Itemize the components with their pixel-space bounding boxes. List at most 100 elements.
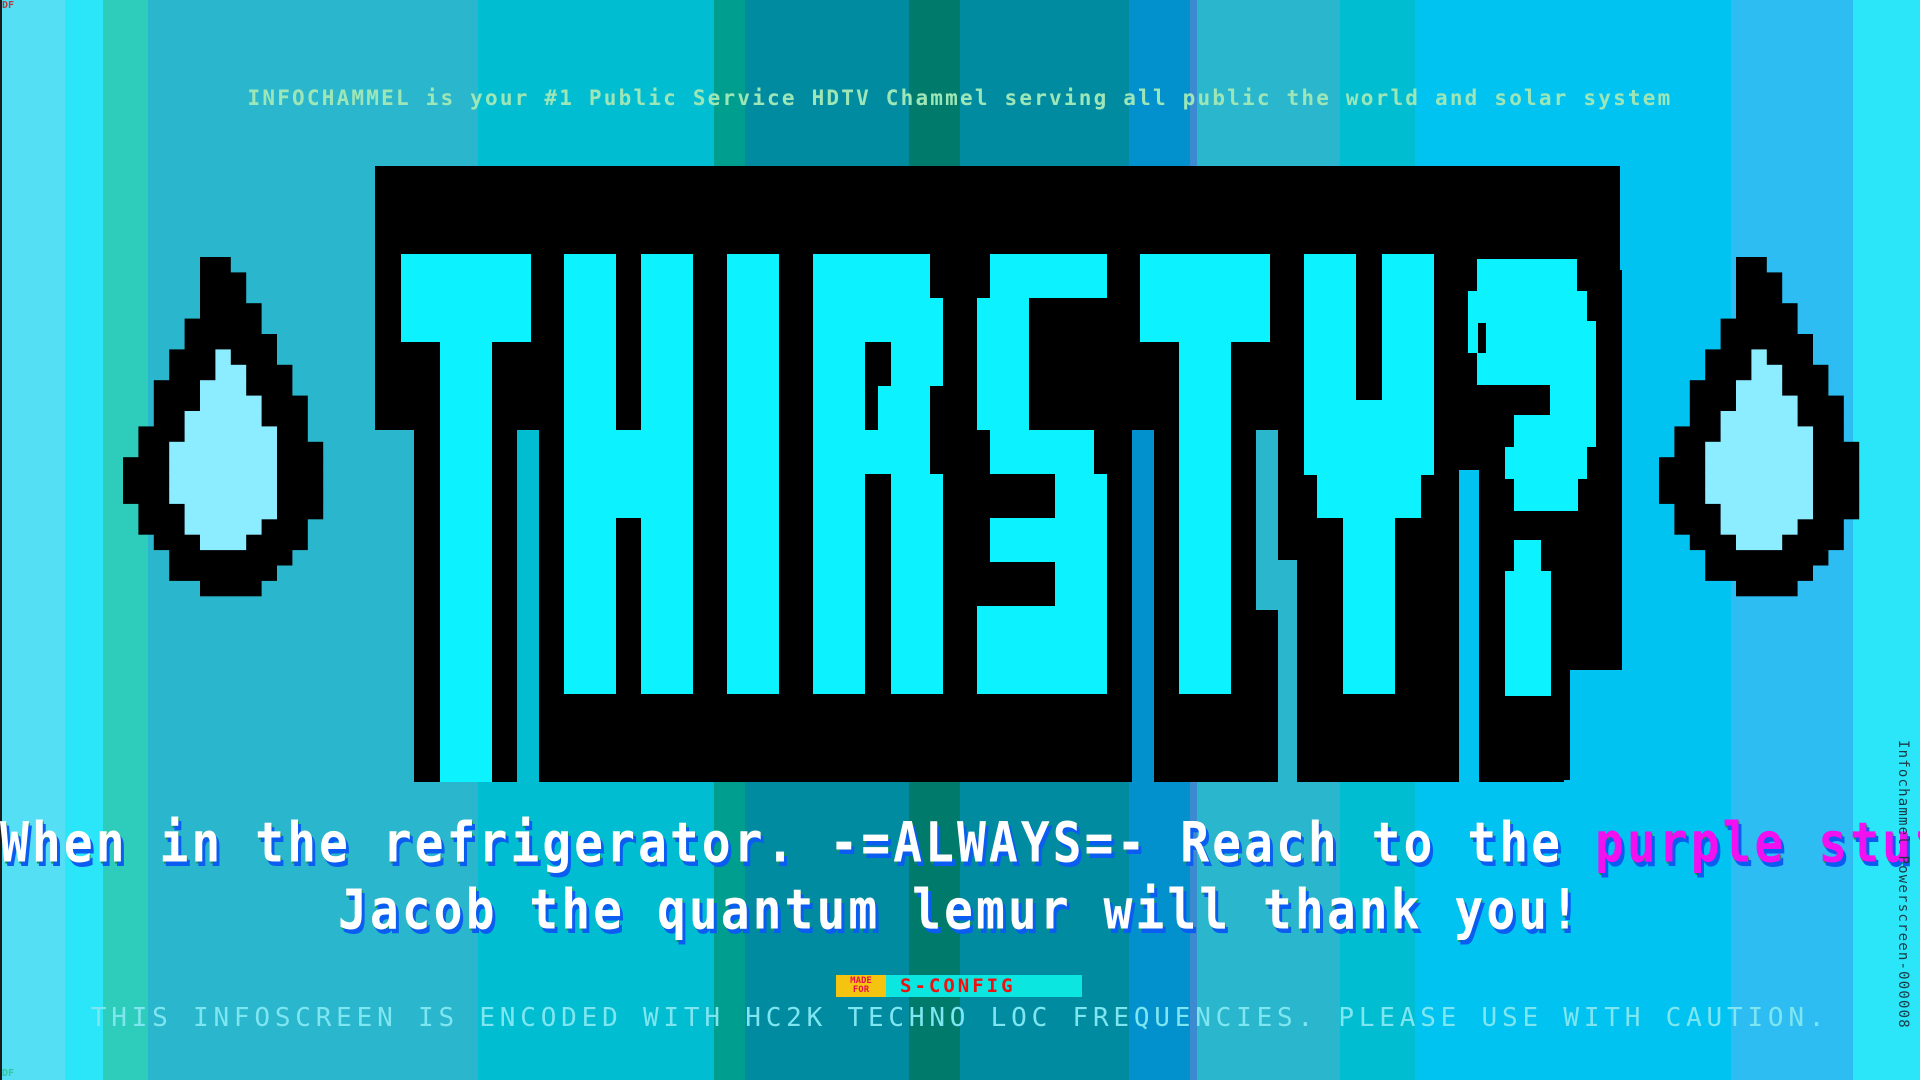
droplet-fill	[184, 518, 262, 535]
question-mark	[1477, 291, 1587, 323]
caution-notice: THIS INFOSCREEN IS ENCODED WITH HC2K TEC…	[90, 1003, 1830, 1033]
question-mark	[1468, 291, 1478, 353]
badge-for-label: FOR	[852, 985, 870, 995]
droplet-outline	[1705, 565, 1813, 581]
side-label: Infochammel Powerscreen-000008	[1895, 740, 1911, 1029]
droplet-fill	[184, 411, 262, 427]
letter-y	[1343, 518, 1395, 694]
droplet-outline	[169, 565, 277, 581]
letter-r	[865, 254, 891, 342]
droplet-outline	[1736, 287, 1783, 304]
droplet-fill	[200, 534, 247, 551]
letter-s	[990, 430, 1094, 474]
droplet-fill	[169, 441, 277, 458]
droplet-fill	[1720, 518, 1798, 535]
question-mark	[1486, 321, 1596, 353]
droplet-fill	[200, 380, 247, 397]
thirsty-title	[375, 166, 1622, 782]
droplet-fill	[200, 395, 262, 412]
water-droplet-icon	[1659, 257, 1860, 597]
message-line-2: Jacob the quantum lemur will thank you!	[337, 877, 1583, 943]
letter-h	[616, 430, 641, 518]
title-gap	[1256, 430, 1278, 610]
letter-i	[727, 254, 779, 694]
letter-r	[891, 298, 943, 386]
letter-s	[990, 254, 1107, 298]
droplet-outline	[1720, 334, 1813, 350]
letter-t	[440, 342, 492, 782]
droplet-outline	[1736, 257, 1767, 273]
droplet-fill	[1736, 395, 1798, 412]
letter-r	[813, 254, 865, 694]
droplet-fill	[169, 472, 277, 489]
letter-t2	[1179, 342, 1231, 694]
letter-r	[878, 386, 930, 430]
droplet-outline	[1736, 303, 1798, 320]
droplet-outline	[200, 303, 262, 320]
letter-s	[977, 298, 1029, 430]
question-mark	[1477, 353, 1596, 385]
title-backdrop	[1459, 171, 1620, 211]
letter-t2	[1140, 254, 1270, 342]
droplet-fill	[1736, 380, 1783, 397]
letter-r	[891, 474, 943, 694]
question-mark	[1505, 447, 1587, 479]
letter-s	[1055, 474, 1107, 606]
letter-s	[977, 606, 1107, 694]
droplet-outline	[1736, 272, 1783, 289]
letter-y	[1304, 400, 1434, 475]
badge-made-for: MADE FOR	[836, 975, 886, 997]
droplet-fill	[184, 503, 277, 520]
droplet-fill	[1720, 426, 1813, 443]
droplet-fill	[1751, 364, 1783, 381]
title-gap	[517, 430, 539, 782]
letter-h	[641, 254, 693, 694]
droplet-outline	[1705, 549, 1829, 566]
droplet-fill	[169, 457, 277, 474]
droplet-outline	[200, 287, 247, 304]
corner-tag-bottom: DF	[2, 1068, 15, 1079]
corner-tag: DF	[2, 0, 15, 11]
droplet-fill	[1705, 457, 1813, 474]
channel-header: INFOCHAMMEL is your #1 Public Service HD…	[247, 86, 1673, 110]
droplet-fill	[1705, 472, 1813, 489]
droplet-outline	[1736, 580, 1798, 597]
letter-h	[564, 254, 616, 694]
message-highlight: purple stuff!!	[1594, 810, 1920, 876]
droplet-fill	[1720, 411, 1798, 427]
question-mark	[1514, 415, 1596, 447]
droplet-outline	[1720, 318, 1798, 335]
droplet-fill	[184, 426, 277, 443]
letter-t	[401, 254, 531, 342]
title-gap	[1459, 470, 1479, 782]
question-mark	[1514, 540, 1541, 572]
droplet-fill	[1736, 534, 1783, 551]
letter-s	[990, 518, 1055, 562]
droplet-fill	[215, 349, 231, 366]
water-droplet-icon	[123, 257, 324, 597]
question-mark	[1514, 479, 1578, 511]
message-line-1: When in the refrigerator. -=ALWAYS=- Rea…	[0, 811, 1920, 875]
droplet-outline	[200, 580, 262, 597]
droplet-outline	[200, 272, 247, 289]
badge-name: S-CONFIG	[886, 975, 1082, 997]
droplet-fill	[1705, 441, 1813, 458]
letter-y	[1317, 474, 1421, 518]
title-gap	[1132, 430, 1154, 782]
droplet-fill	[1705, 488, 1813, 504]
droplet-fill	[1720, 503, 1813, 520]
question-mark	[1477, 259, 1577, 291]
droplet-outline	[184, 318, 262, 335]
droplet-outline	[200, 257, 231, 273]
droplet-fill	[1751, 349, 1767, 366]
made-for-badge: MADE FOR S-CONFIG	[836, 975, 1082, 997]
message-text: When in the refrigerator. -=ALWAYS=- Rea…	[0, 810, 1595, 876]
droplet-fill	[215, 364, 247, 381]
droplet-outline	[184, 334, 277, 350]
droplet-fill	[169, 488, 277, 504]
droplet-outline	[169, 549, 293, 566]
title-gap	[1278, 560, 1297, 782]
question-mark	[1550, 385, 1596, 415]
letter-r	[865, 430, 930, 474]
question-mark	[1505, 571, 1551, 696]
